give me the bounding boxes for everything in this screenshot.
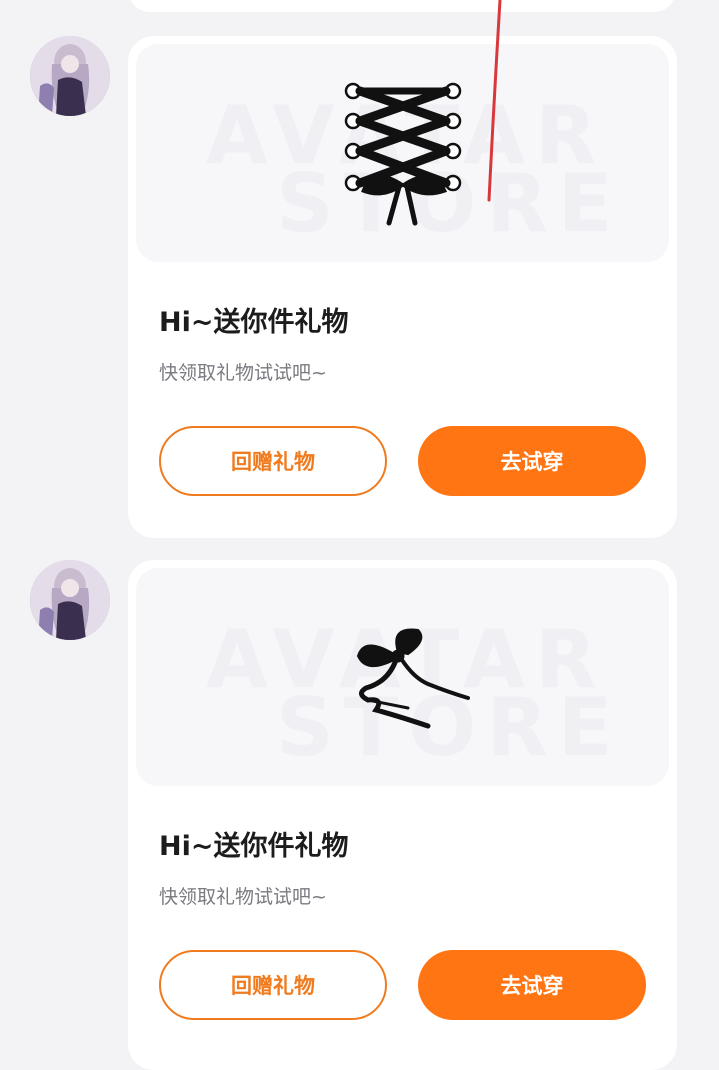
gift-title: Hi~送你件礼物	[159, 307, 349, 338]
gift-message-card: AVATAR STORE Hi~送你件礼物 快领取礼物试试吧~ 回赠礼物 去试穿	[128, 560, 677, 1070]
corset-lace-icon	[344, 82, 461, 226]
sender-avatar[interactable]	[30, 560, 110, 640]
try-on-button[interactable]: 去试穿	[418, 426, 646, 496]
return-gift-button[interactable]: 回赠礼物	[159, 426, 387, 496]
gift-message-card: AVATAR STORE Hi~送你件礼物 快领取礼物试试吧~ 回赠礼物 去试穿	[128, 36, 677, 538]
gift-title: Hi~送你件礼物	[159, 831, 349, 862]
gift-item-preview[interactable]: AVATAR STORE	[136, 44, 669, 262]
try-on-button[interactable]: 去试穿	[418, 950, 646, 1020]
avatar-image	[30, 560, 110, 640]
avatar-image	[30, 36, 110, 116]
sender-avatar[interactable]	[30, 36, 110, 116]
gift-subtitle: 快领取礼物试试吧~	[159, 886, 327, 908]
previous-message-card	[128, 0, 676, 12]
gift-item-preview[interactable]: AVATAR STORE	[136, 568, 669, 786]
gift-subtitle: 快领取礼物试试吧~	[159, 362, 327, 384]
return-gift-button[interactable]: 回赠礼物	[159, 950, 387, 1020]
black-ribbon-bow-icon	[356, 628, 470, 729]
